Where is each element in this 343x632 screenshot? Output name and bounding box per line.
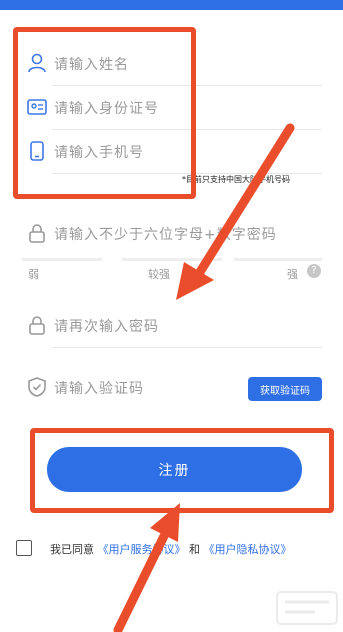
service-agreement-link[interactable]: 《用户服务协议》 bbox=[98, 543, 186, 556]
strength-weak-label: 弱 bbox=[28, 268, 39, 281]
top-bar bbox=[0, 0, 343, 10]
help-icon[interactable]: ? bbox=[307, 264, 321, 278]
divider bbox=[52, 347, 322, 348]
strength-bar-strong bbox=[234, 258, 322, 261]
agreement-row: 我已同意 《用户服务协议》 和 《用户隐私协议》 bbox=[16, 540, 343, 560]
password-strength: 弱 较强 强 ? bbox=[22, 256, 322, 286]
phone-hint: *目前只支持中国大陆手机号码 bbox=[182, 175, 290, 184]
annotation-box-register bbox=[30, 428, 334, 513]
agreement-prefix: 我已同意 bbox=[50, 543, 94, 556]
password-placeholder: 请输入不少于六位字母+数字密码 bbox=[54, 227, 277, 243]
lock-icon bbox=[29, 316, 45, 335]
confirm-password-field[interactable]: 请再次输入密码 bbox=[22, 304, 322, 348]
agree-checkbox[interactable] bbox=[16, 540, 32, 556]
strength-bar-weak bbox=[22, 258, 102, 261]
confirm-password-placeholder: 请再次输入密码 bbox=[54, 319, 159, 335]
code-placeholder: 请输入验证码 bbox=[54, 381, 144, 397]
arrow-up-icon bbox=[113, 503, 180, 632]
strength-strong-label: 强 bbox=[287, 268, 298, 281]
lock-icon bbox=[29, 224, 45, 243]
watermark-logo bbox=[276, 591, 338, 625]
annotation-box-personal-info bbox=[13, 27, 196, 199]
strength-medium-label: 较强 bbox=[148, 268, 170, 281]
get-code-button[interactable]: 获取验证码 bbox=[248, 377, 322, 401]
password-field[interactable]: 请输入不少于六位字母+数字密码 bbox=[22, 212, 322, 256]
strength-bar-medium bbox=[122, 258, 222, 261]
agreement-text: 我已同意 《用户服务协议》 和 《用户隐私协议》 bbox=[50, 541, 292, 557]
shield-check-icon bbox=[28, 377, 46, 397]
agreement-and: 和 bbox=[189, 543, 200, 556]
privacy-agreement-link[interactable]: 《用户隐私协议》 bbox=[204, 543, 292, 556]
